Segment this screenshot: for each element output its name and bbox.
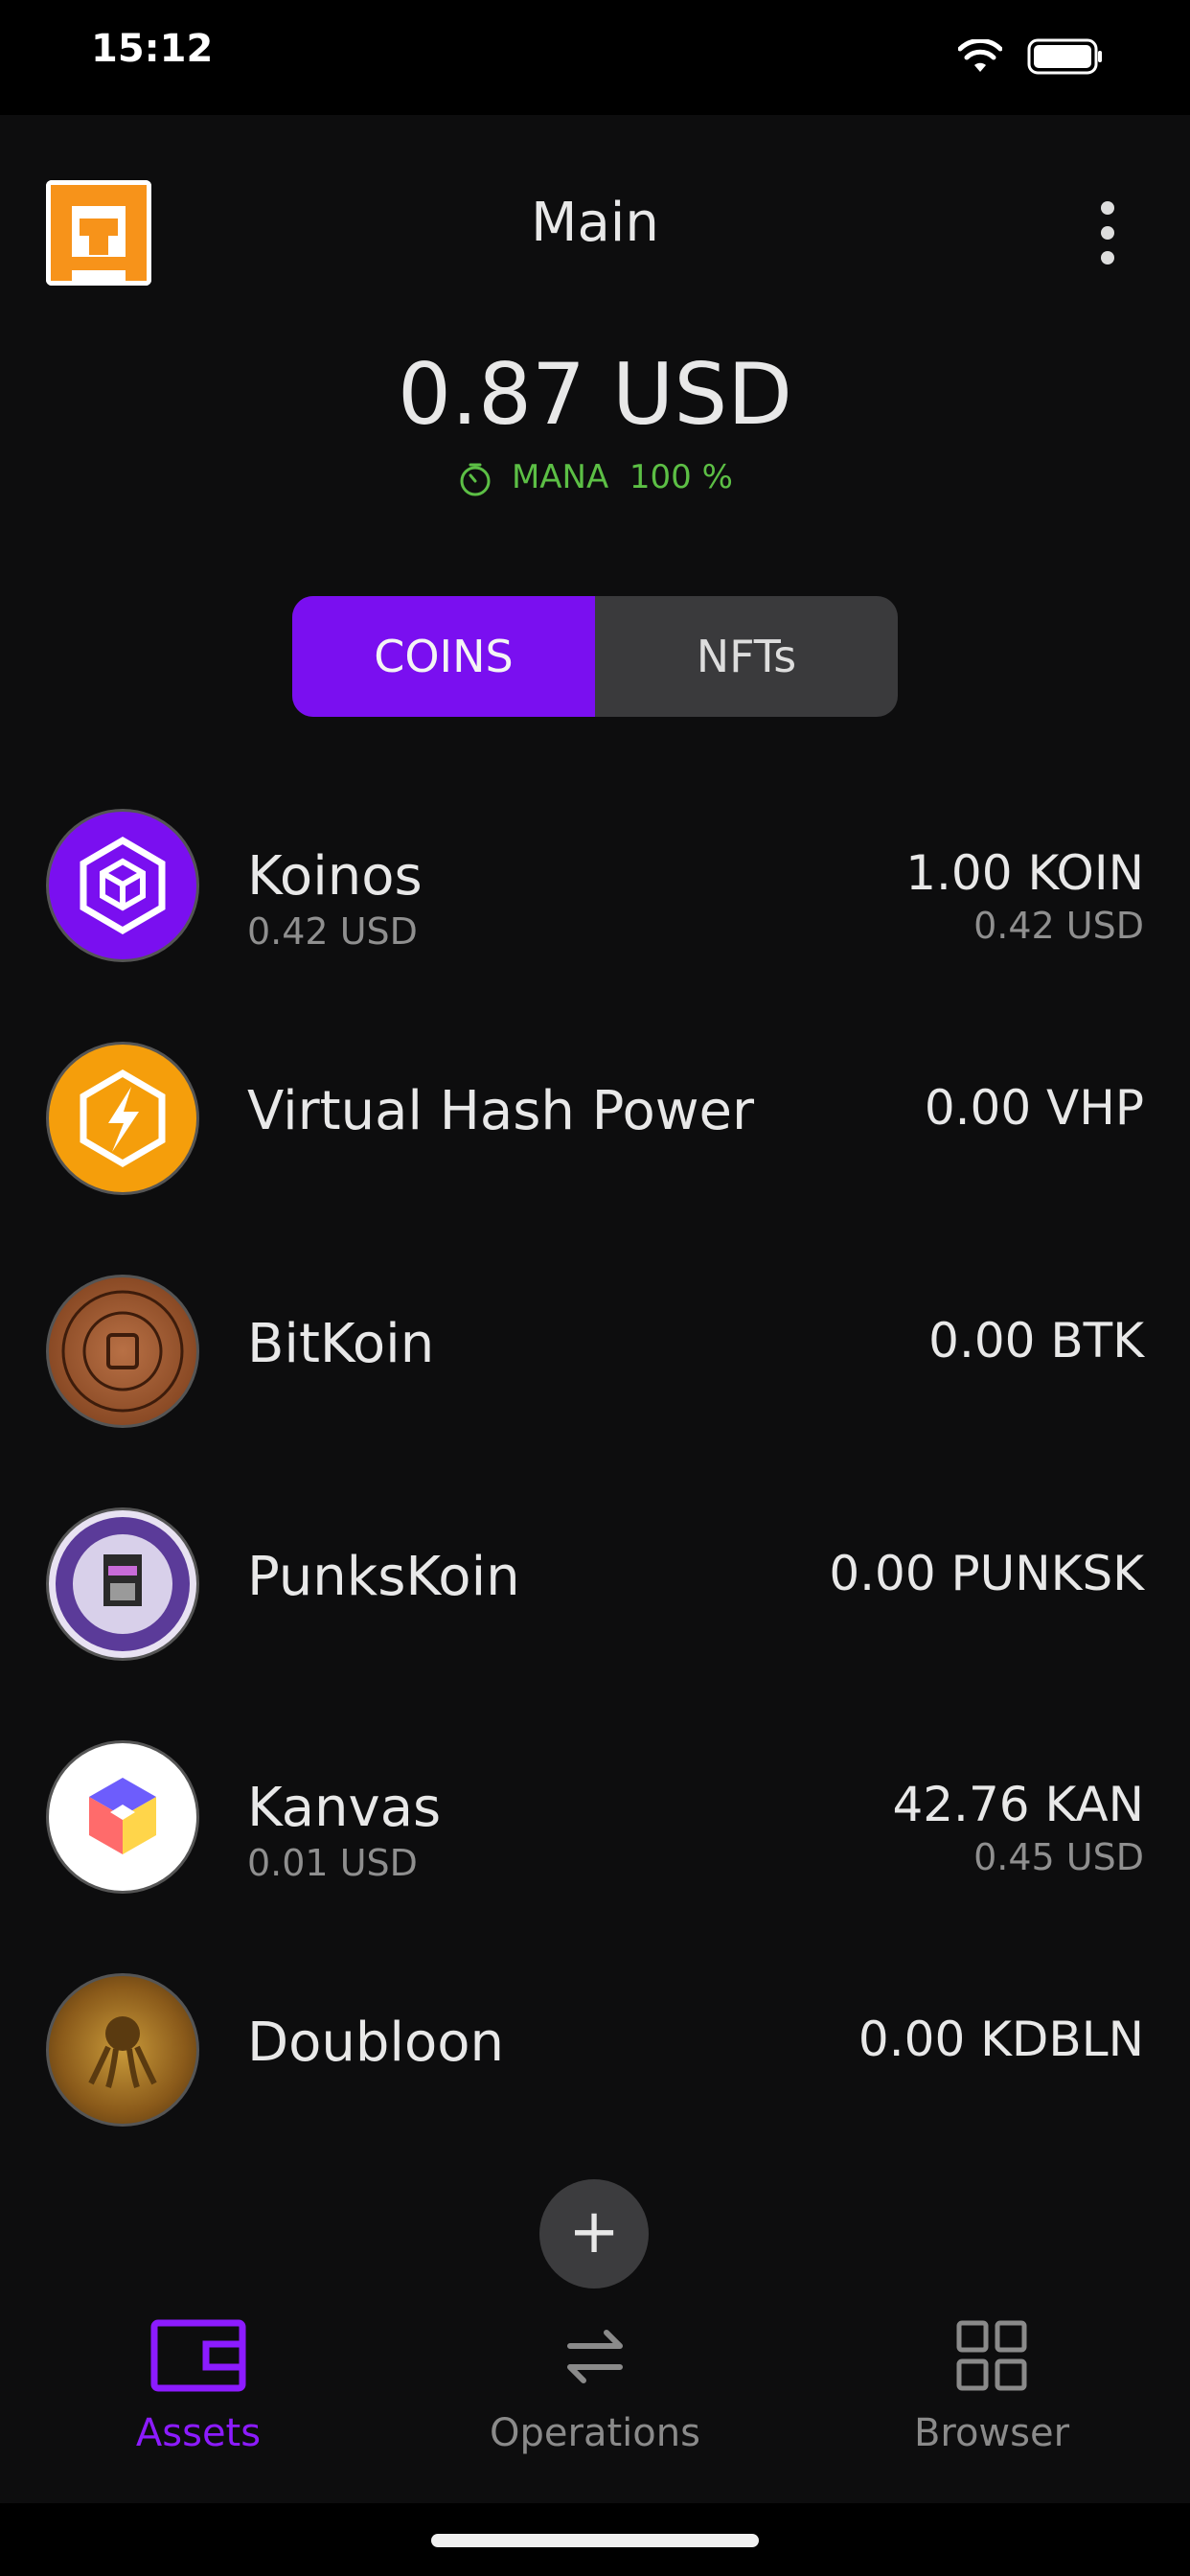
- bitkoin-logo-icon: [46, 1275, 199, 1428]
- tab-label: Browser: [913, 2411, 1070, 2455]
- total-balance: 0.87 USD: [398, 345, 792, 444]
- coin-fiat-price: 0.42 USD: [247, 910, 418, 953]
- tab-coins[interactable]: COINS: [292, 596, 595, 717]
- coin-list: Koinos 0.42 USD 1.00 KOIN 0.42 USD Virtu…: [0, 807, 1190, 2204]
- list-item-kanvas[interactable]: Kanvas 0.01 USD 42.76 KAN 0.45 USD: [0, 1738, 1190, 1971]
- tab-label: Operations: [490, 2411, 700, 2455]
- coin-name: BitKoin: [247, 1313, 435, 1375]
- bottom-tab-bar: Assets Operations Browser: [0, 2319, 1190, 2501]
- list-item-koinos[interactable]: Koinos 0.42 USD 1.00 KOIN 0.42 USD: [0, 807, 1190, 1040]
- more-dot-icon: [1101, 201, 1114, 215]
- coin-name: Doubloon: [247, 2012, 504, 2074]
- coin-amount: 0.00 KDBLN: [858, 2012, 1144, 2067]
- wallet-title[interactable]: Main: [0, 192, 1190, 254]
- mana-value: 100 %: [629, 458, 733, 496]
- coin-name: PunksKoin: [247, 1546, 520, 1608]
- coin-fiat-value: 0.45 USD: [973, 1836, 1144, 1878]
- kanvas-logo-icon: [46, 1740, 199, 1894]
- list-item-vhp[interactable]: Virtual Hash Power 0.00 VHP: [0, 1040, 1190, 1273]
- coin-fiat-value: 0.42 USD: [973, 905, 1144, 947]
- list-item-bitkoin[interactable]: BitKoin 0.00 BTK: [0, 1273, 1190, 1506]
- punkskoin-logo-icon: [46, 1507, 199, 1661]
- list-item-punkskoin[interactable]: PunksKoin 0.00 PUNKSK: [0, 1506, 1190, 1738]
- home-indicator-area: [0, 2503, 1190, 2576]
- vhp-logo-icon: [46, 1042, 199, 1195]
- wifi-icon: [958, 39, 1002, 72]
- tab-label: Assets: [135, 2411, 262, 2455]
- doubloon-logo-icon: [46, 1973, 199, 2127]
- mana-indicator[interactable]: MANA 100 %: [0, 458, 1190, 497]
- home-indicator[interactable]: [431, 2534, 759, 2547]
- mana-label: MANA: [511, 458, 609, 496]
- coin-name: Kanvas: [247, 1777, 442, 1839]
- coin-name: Virtual Hash Power: [247, 1080, 754, 1142]
- swap-arrows-icon: [567, 2330, 623, 2383]
- coin-name: Koinos: [247, 845, 423, 908]
- status-bar: 15:12: [0, 0, 1190, 115]
- coin-amount: 42.76 KAN: [892, 1777, 1144, 1832]
- battery-icon: [1027, 38, 1102, 75]
- tab-browser[interactable]: Browser: [848, 2319, 1135, 2455]
- tab-nfts[interactable]: NFTs: [595, 596, 898, 717]
- more-dot-icon: [1101, 226, 1114, 240]
- timer-icon: [460, 463, 491, 495]
- coin-amount: 0.00 VHP: [924, 1080, 1144, 1136]
- wallet-icon: [150, 2319, 246, 2392]
- plus-icon: +: [568, 2196, 620, 2267]
- tab-assets[interactable]: Assets: [55, 2319, 342, 2455]
- more-dot-icon: [1101, 251, 1114, 264]
- assets-segmented-control: COINS NFTs: [292, 596, 898, 717]
- more-options-button[interactable]: [1088, 201, 1127, 268]
- coin-amount: 0.00 BTK: [928, 1313, 1144, 1368]
- add-token-button[interactable]: +: [539, 2179, 649, 2288]
- tab-operations[interactable]: Operations: [451, 2319, 739, 2455]
- coin-fiat-price: 0.01 USD: [247, 1842, 418, 1884]
- status-time: 15:12: [91, 27, 214, 71]
- koinos-logo-icon: [46, 809, 199, 962]
- coin-amount: 1.00 KOIN: [905, 845, 1144, 901]
- coin-amount: 0.00 PUNKSK: [829, 1546, 1144, 1601]
- list-item-doubloon[interactable]: Doubloon 0.00 KDBLN: [0, 1971, 1190, 2204]
- status-icons: [958, 38, 1104, 75]
- grid-icon: [956, 2320, 1027, 2391]
